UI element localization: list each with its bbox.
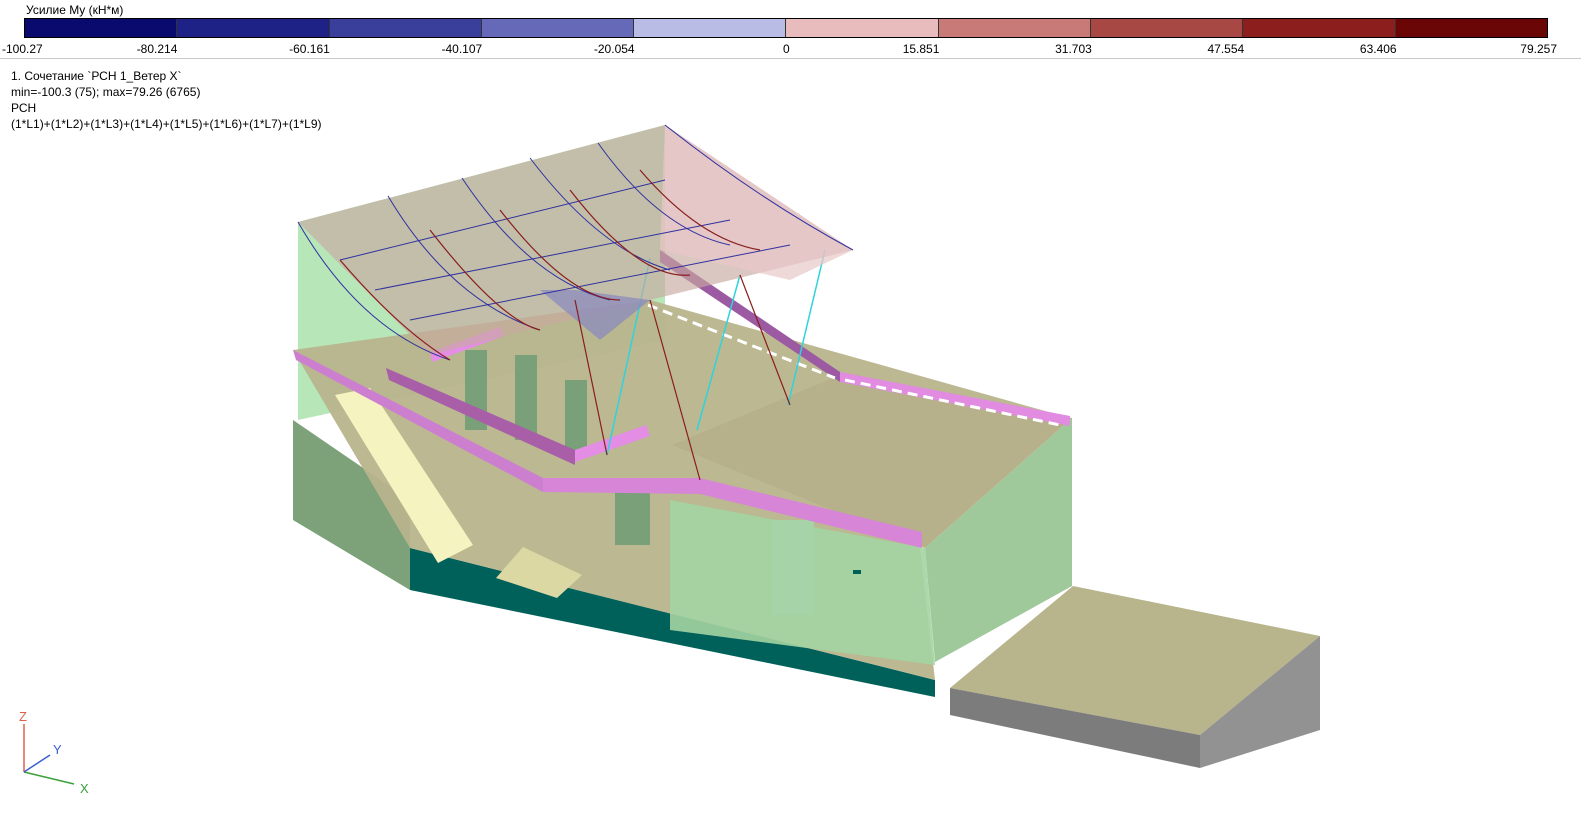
column-3 <box>565 380 587 450</box>
axis-label-x: X <box>80 781 89 796</box>
axis-label-y: Y <box>53 742 62 757</box>
axis-label-z: Z <box>19 709 27 724</box>
axis-triad: Z Y X <box>19 709 89 796</box>
column-5 <box>772 520 814 615</box>
model-viewport[interactable]: Z Y X <box>0 0 1581 815</box>
column-4 <box>615 490 650 545</box>
node-marker <box>853 570 861 574</box>
